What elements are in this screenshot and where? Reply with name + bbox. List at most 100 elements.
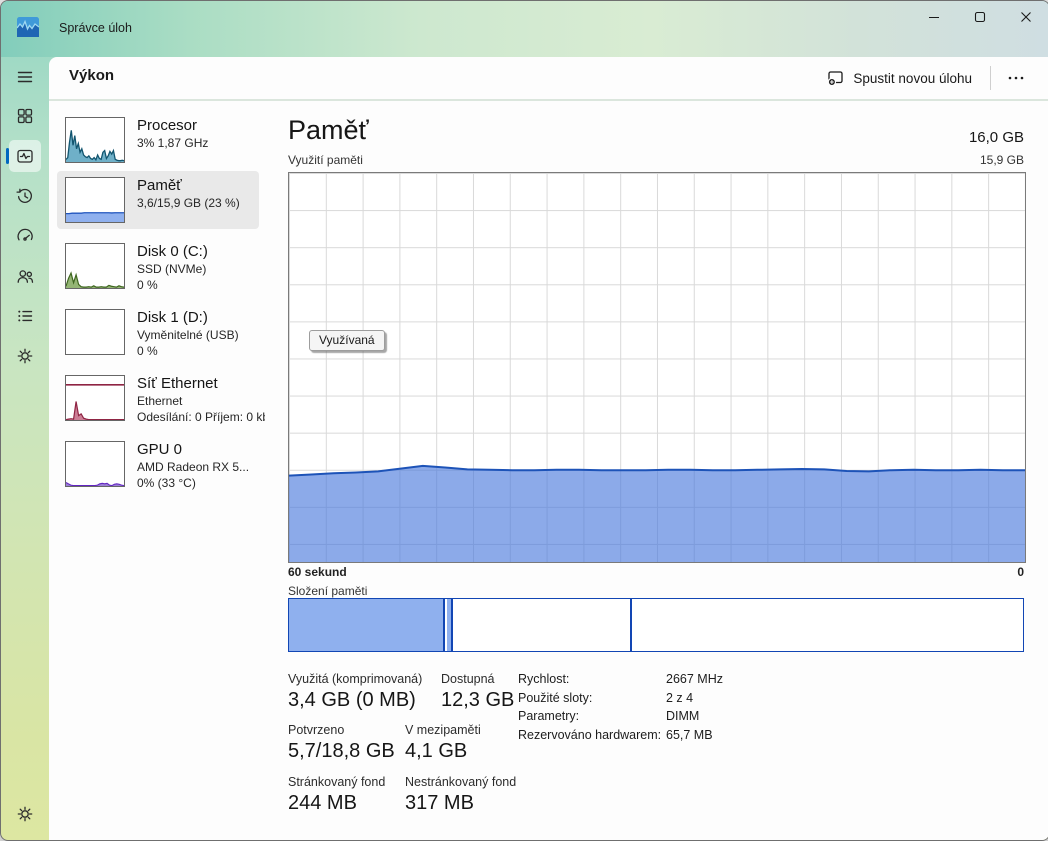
perf-item-sub: Vyměnitelné (USB) xyxy=(137,328,265,344)
minimize-button[interactable] xyxy=(911,1,957,35)
sidebar-item-performance[interactable] xyxy=(9,140,41,172)
sidebar-item-details[interactable] xyxy=(9,300,41,332)
perf-item-sub2: 0 % xyxy=(137,278,265,294)
detail-label: Rychlost: xyxy=(518,672,666,686)
perf-item-sub: 3,6/15,9 GB (23 %) xyxy=(137,196,265,212)
details-icon xyxy=(15,306,35,326)
app-title: Správce úloh xyxy=(59,21,132,35)
memory-capacity: 16,0 GB xyxy=(969,129,1024,146)
more-options-icon xyxy=(1005,68,1027,88)
memory-usage-chart: Využívaná xyxy=(288,172,1026,563)
stat-value: 317 MB xyxy=(405,792,474,815)
perf-item-title: Síť Ethernet xyxy=(137,374,267,394)
stat-label: Dostupná xyxy=(441,672,495,686)
hardware-details: Rychlost: 2667 MHz Použité sloty: 2 z 4 … xyxy=(518,672,723,742)
disk1-mini-chart xyxy=(65,309,125,355)
perf-item-ethernet[interactable]: Síť Ethernet Ethernet Odesílání: 0 Příje… xyxy=(57,369,259,433)
composition-segment-in-use xyxy=(289,599,445,651)
maximize-icon xyxy=(976,13,985,22)
perf-item-sub2: 0% (33 °C) xyxy=(137,476,265,492)
chart-tooltip: Využívaná xyxy=(309,330,385,351)
users-icon xyxy=(15,266,35,286)
sidebar-item-services[interactable] xyxy=(9,340,41,372)
perf-item-title: Disk 0 (C:) xyxy=(137,242,267,262)
run-new-task-button[interactable]: Spustit novou úlohu xyxy=(815,64,984,92)
new-task-icon xyxy=(827,70,844,86)
cpu-mini-chart xyxy=(65,117,125,163)
page-title: Výkon xyxy=(69,67,114,84)
perf-item-memory[interactable]: Paměť 3,6/15,9 GB (23 %) xyxy=(57,171,259,229)
window-controls xyxy=(911,1,1048,35)
app-icon xyxy=(17,17,39,37)
toolbar-divider xyxy=(990,66,991,90)
toolbar-actions: Spustit novou úlohu xyxy=(815,62,1035,94)
close-icon xyxy=(1022,13,1031,22)
composition-label: Složení paměti xyxy=(288,584,367,598)
detail-value: DIMM xyxy=(666,709,723,723)
perf-item-sub2: Odesílání: 0 Příjem: 0 kb xyxy=(137,410,265,426)
memory-composition-bar xyxy=(288,598,1024,652)
detail-label: Rezervováno hardwarem: xyxy=(518,728,666,742)
perf-item-sub: SSD (NVMe) xyxy=(137,262,265,278)
sidebar-item-settings[interactable] xyxy=(9,798,41,830)
sidebar-item-app-history[interactable] xyxy=(9,180,41,212)
settings-gear-icon xyxy=(15,804,35,824)
perf-item-sub: AMD Radeon RX 5... xyxy=(137,460,265,476)
perf-item-title: GPU 0 xyxy=(137,440,267,460)
stat-value: 244 MB xyxy=(288,792,357,815)
stat-value: 5,7/18,8 GB xyxy=(288,740,395,763)
perf-item-disk1[interactable]: Disk 1 (D:) Vyměnitelné (USB) 0 % xyxy=(57,303,259,367)
sidebar-item-processes[interactable] xyxy=(9,100,41,132)
sidebar-item-menu[interactable] xyxy=(9,61,41,93)
composition-segment-free xyxy=(632,599,1023,651)
stat-value: 3,4 GB (0 MB) xyxy=(288,689,416,712)
composition-segment-standby xyxy=(453,599,632,651)
usage-chart-label: Využití paměti xyxy=(288,153,363,167)
more-options-button[interactable] xyxy=(997,63,1035,93)
memory-title: Paměť xyxy=(288,115,369,146)
stat-label: Potvrzeno xyxy=(288,723,344,737)
perf-item-disk0[interactable]: Disk 0 (C:) SSD (NVMe) 0 % xyxy=(57,237,259,301)
processes-icon xyxy=(15,106,35,126)
sidebar-item-startup-apps[interactable] xyxy=(9,220,41,252)
detail-label: Použité sloty: xyxy=(518,691,666,705)
performance-icon xyxy=(15,146,35,166)
detail-value: 2 z 4 xyxy=(666,691,723,705)
stat-value: 12,3 GB xyxy=(441,689,514,712)
stat-label: V mezipaměti xyxy=(405,723,481,737)
services-icon xyxy=(15,346,35,366)
sidebar-item-users[interactable] xyxy=(9,260,41,292)
stat-value: 4,1 GB xyxy=(405,740,467,763)
disk0-mini-chart xyxy=(65,243,125,289)
usage-chart-max: 15,9 GB xyxy=(980,153,1024,167)
perf-item-cpu[interactable]: Procesor 3% 1,87 GHz xyxy=(57,111,259,169)
stat-label: Stránkovaný fond xyxy=(288,775,385,789)
hamburger-menu-icon xyxy=(15,67,35,87)
perf-item-title: Procesor xyxy=(137,116,267,136)
ethernet-mini-chart xyxy=(65,375,125,421)
perf-item-sub: 3% 1,87 GHz xyxy=(137,136,265,152)
titlebar[interactable]: Správce úloh xyxy=(1,1,1048,57)
perf-item-sub: Ethernet xyxy=(137,394,265,410)
x-axis-right-label: 0 xyxy=(1017,565,1024,579)
run-new-task-label: Spustit novou úlohu xyxy=(853,71,972,86)
close-button[interactable] xyxy=(1003,1,1048,35)
x-axis-left-label: 60 sekund xyxy=(288,565,347,579)
perf-item-gpu0[interactable]: GPU 0 AMD Radeon RX 5... 0% (33 °C) xyxy=(57,435,259,499)
memory-mini-chart xyxy=(65,177,125,223)
perf-item-sub2: 0 % xyxy=(137,344,265,360)
maximize-button[interactable] xyxy=(957,1,1003,35)
toolbar-separator xyxy=(49,99,1048,101)
perf-item-title: Disk 1 (D:) xyxy=(137,308,267,328)
task-manager-window: Správce úloh xyxy=(0,0,1048,841)
stat-label: Využitá (komprimovaná) xyxy=(288,672,422,686)
detail-value: 2667 MHz xyxy=(666,672,723,686)
perf-item-title: Paměť xyxy=(137,176,267,196)
startup-apps-icon xyxy=(15,226,35,246)
composition-segment-modified xyxy=(445,599,452,651)
selected-indicator xyxy=(6,148,9,164)
gpu-mini-chart xyxy=(65,441,125,487)
app-history-icon xyxy=(15,186,35,206)
detail-value: 65,7 MB xyxy=(666,728,723,742)
stat-label: Nestránkovaný fond xyxy=(405,775,516,789)
